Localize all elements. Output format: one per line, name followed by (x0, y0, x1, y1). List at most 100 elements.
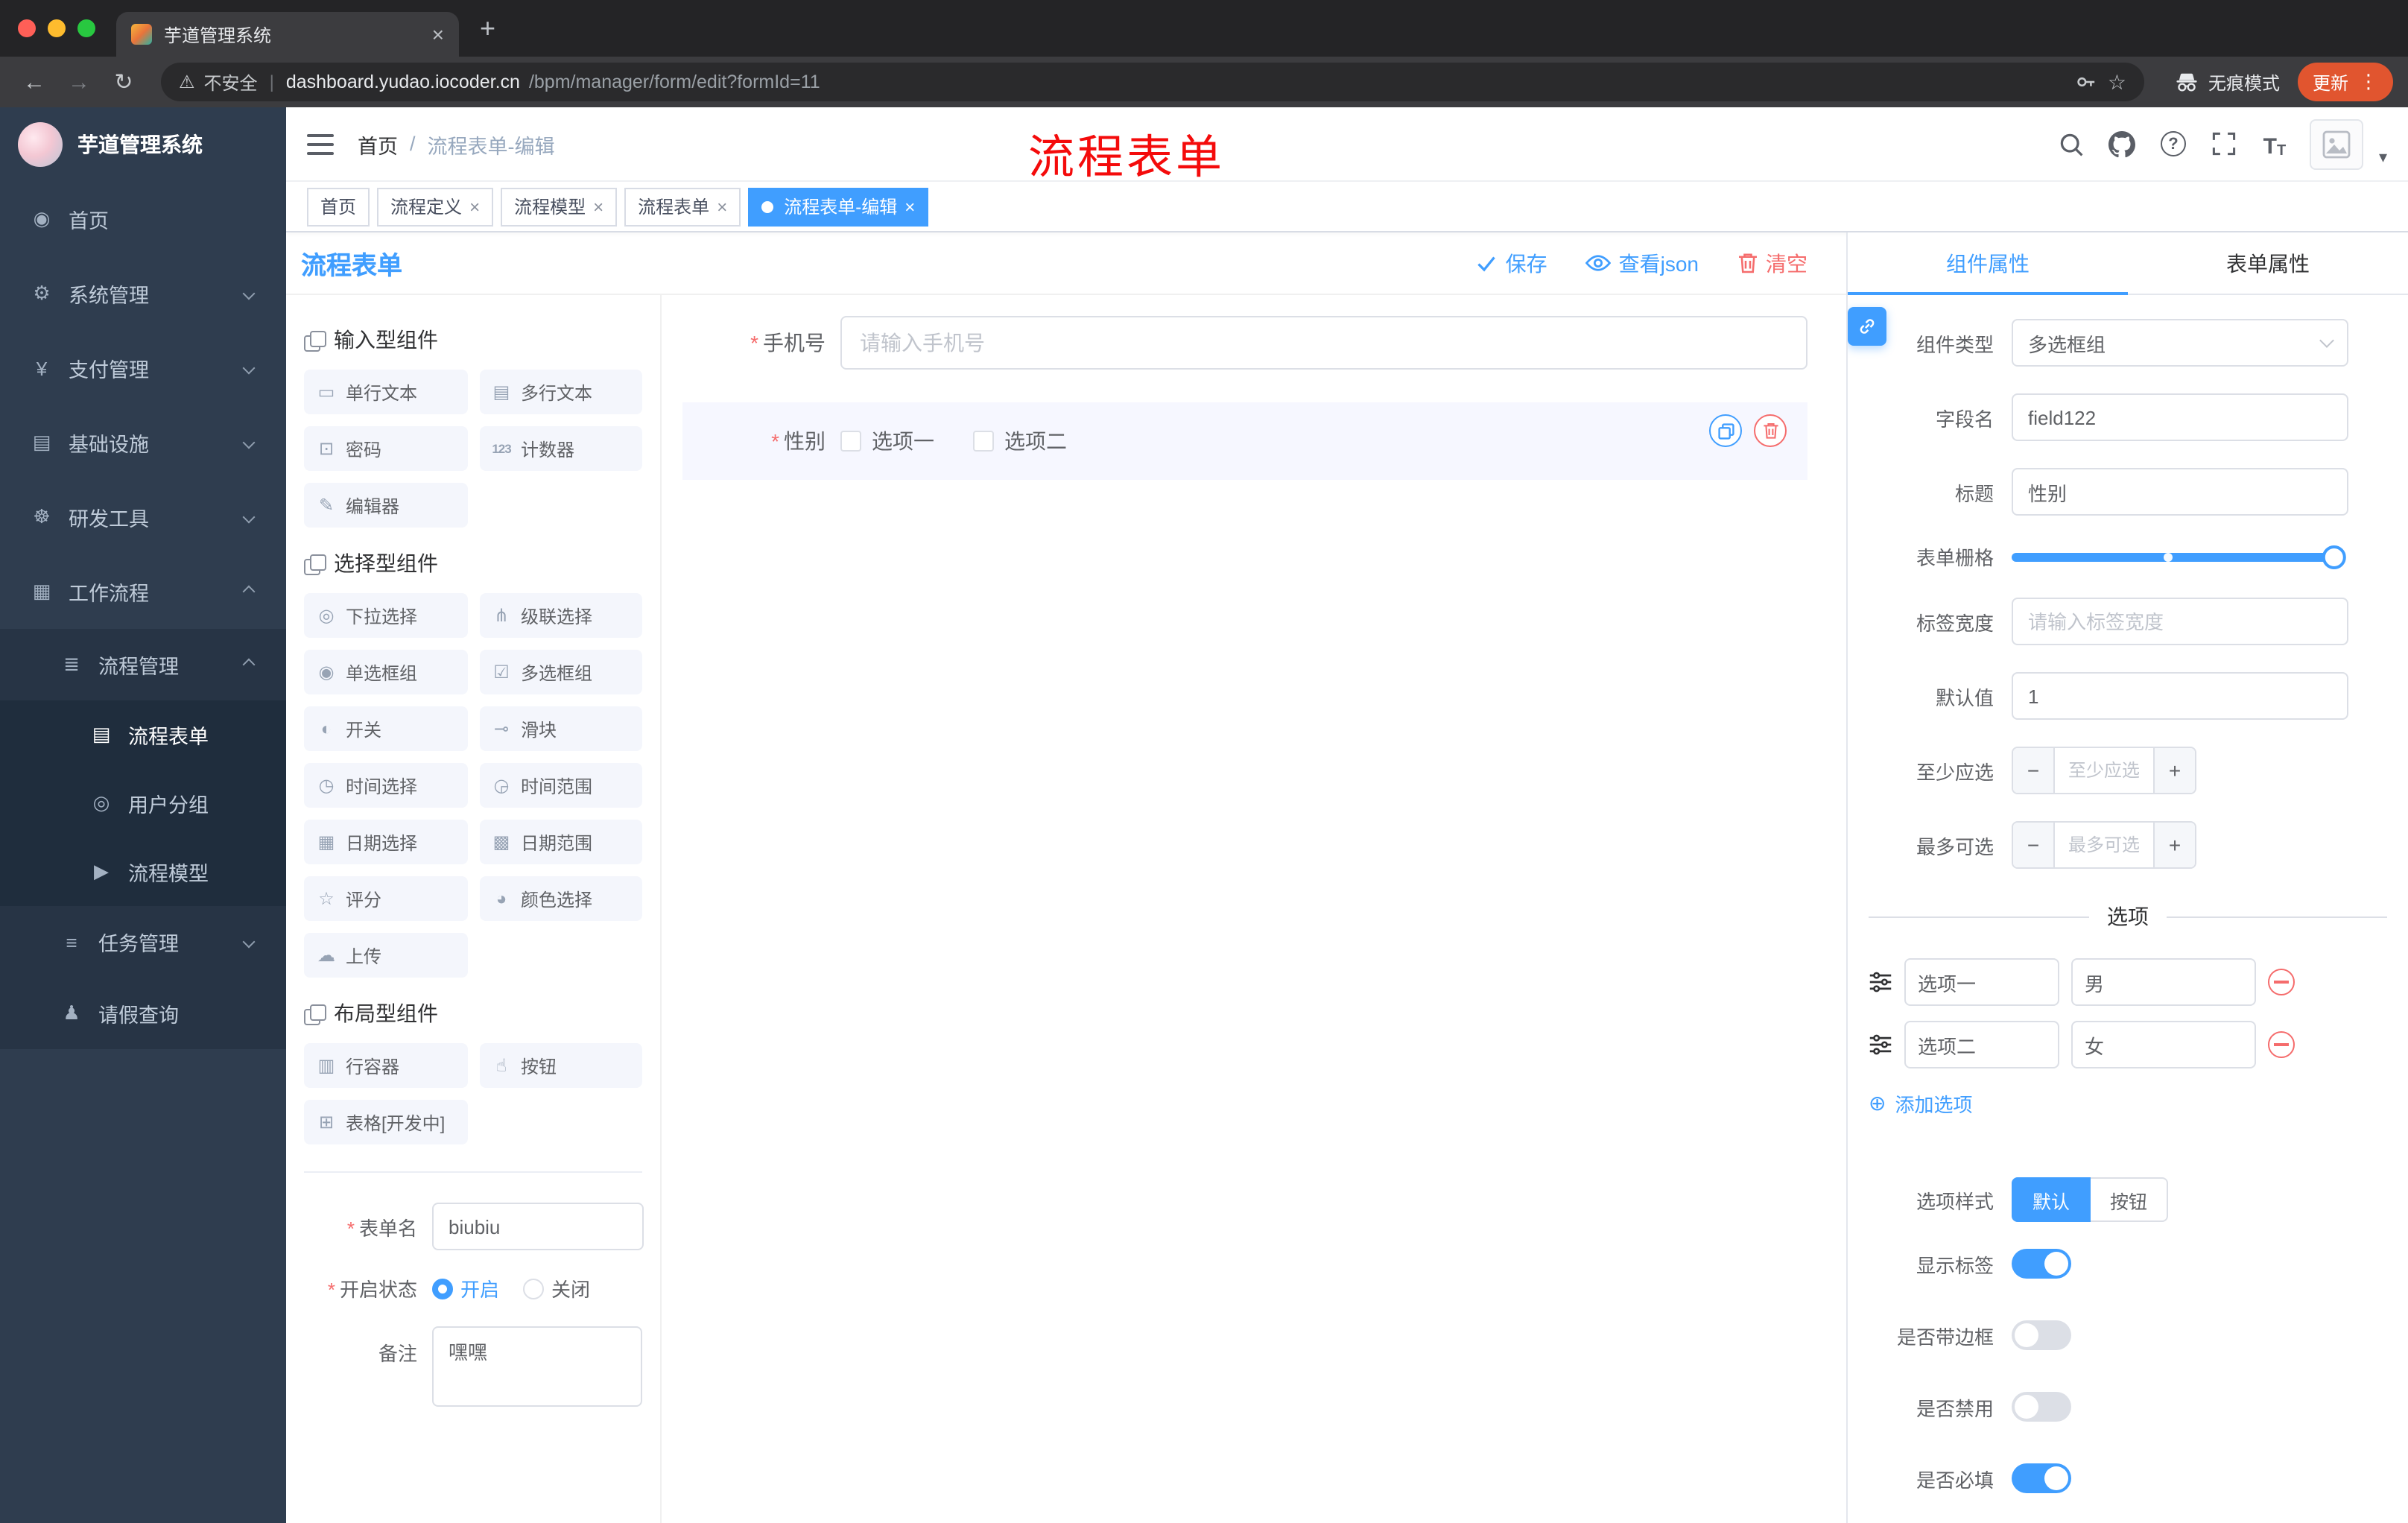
option-name-input[interactable] (1904, 958, 2059, 1006)
disabled-toggle[interactable] (2012, 1392, 2071, 1422)
palette-item-select[interactable]: ◎ 下拉选择 (304, 593, 467, 638)
zoom-window-button[interactable] (77, 19, 95, 37)
increase-button[interactable]: + (2153, 748, 2195, 793)
status-off-radio[interactable]: 关闭 (523, 1274, 590, 1302)
option-name-input[interactable] (1904, 1021, 2059, 1068)
address-bar[interactable]: ⚠ 不安全 | dashboard.yudao.iocoder.cn /bpm/… (161, 63, 2144, 101)
tag-process-definition[interactable]: 流程定义 × (377, 187, 494, 226)
drag-options-icon[interactable] (1869, 970, 1892, 994)
phone-input[interactable] (840, 316, 1807, 370)
clear-button[interactable]: 清空 (1737, 248, 1807, 278)
slider-handle[interactable] (2322, 545, 2346, 569)
min-select-input[interactable] (2055, 748, 2153, 793)
breadcrumb-home[interactable]: 首页 (358, 129, 398, 159)
duplicate-component-button[interactable] (1709, 414, 1742, 447)
password-key-icon[interactable] (2075, 70, 2099, 94)
browser-update-button[interactable]: 更新 ⋮ (2297, 63, 2393, 101)
canvas-field-phone[interactable]: * 手机号 (682, 316, 1807, 370)
show-label-toggle[interactable] (2012, 1249, 2071, 1279)
forward-icon[interactable]: → (60, 63, 98, 101)
palette-item-date-picker[interactable]: ▦ 日期选择 (304, 820, 467, 864)
sidebar-toggle-icon[interactable] (307, 133, 334, 154)
form-name-input[interactable] (432, 1203, 644, 1250)
palette-item-slider[interactable]: ⊸ 滑块 (479, 706, 642, 751)
github-icon[interactable] (2108, 129, 2138, 159)
sidebar-item-system[interactable]: ⚙ 系统管理 (0, 256, 286, 331)
sidebar-item-user-group[interactable]: ◎ 用户分组 (0, 769, 286, 838)
tag-process-form-edit[interactable]: 流程表单-编辑 × (748, 187, 929, 226)
border-toggle[interactable] (2012, 1320, 2071, 1350)
close-icon[interactable]: × (904, 196, 915, 217)
tab-form-props[interactable]: 表单属性 (2128, 232, 2408, 294)
reload-icon[interactable]: ↻ (104, 63, 143, 101)
decrease-button[interactable]: − (2013, 748, 2055, 793)
sidebar-item-process-form[interactable]: ▤ 流程表单 (0, 700, 286, 769)
close-window-button[interactable] (18, 19, 36, 37)
sidebar-item-workflow[interactable]: ▦ 工作流程 (0, 554, 286, 629)
default-value-input[interactable] (2012, 672, 2348, 720)
tag-process-model[interactable]: 流程模型 × (501, 187, 618, 226)
tab-component-props[interactable]: 组件属性 (1848, 232, 2128, 295)
gender-option-1[interactable]: 选项一 (840, 426, 934, 456)
sidebar-item-devtools[interactable]: ☸ 研发工具 (0, 480, 286, 554)
field-name-input[interactable] (2012, 393, 2348, 441)
palette-item-password[interactable]: ⊡ 密码 (304, 426, 467, 471)
palette-item-single-text[interactable]: ▭ 单行文本 (304, 370, 467, 414)
style-button-button[interactable]: 按钮 (2091, 1177, 2169, 1222)
browser-tab[interactable]: 芋道管理系统 × (116, 12, 459, 57)
minimize-window-button[interactable] (48, 19, 66, 37)
option-value-input[interactable] (2071, 958, 2256, 1006)
sidebar-item-leave-query[interactable]: ♟ 请假查询 (0, 978, 286, 1049)
palette-item-table-dev[interactable]: ⊞ 表格[开发中] (304, 1100, 467, 1144)
remove-option-icon[interactable] (2268, 1031, 2295, 1058)
sidebar-item-payment[interactable]: ¥ 支付管理 (0, 331, 286, 405)
palette-item-editor[interactable]: ✎ 编辑器 (304, 483, 467, 528)
close-icon[interactable]: × (593, 196, 603, 217)
palette-item-upload[interactable]: ☁ 上传 (304, 933, 467, 978)
back-icon[interactable]: ← (15, 63, 54, 101)
bookmark-star-icon[interactable]: ☆ (2108, 69, 2126, 95)
new-tab-button[interactable]: + (480, 13, 495, 44)
gender-option-2[interactable]: 选项二 (973, 426, 1067, 456)
tag-home[interactable]: 首页 (307, 187, 370, 226)
palette-item-multi-text[interactable]: ▤ 多行文本 (479, 370, 642, 414)
canvas-field-gender-selected[interactable]: * 性别 选项一 选项二 (682, 402, 1807, 480)
data-binding-button[interactable] (1848, 307, 1886, 346)
palette-item-checkbox-group[interactable]: ☑ 多选框组 (479, 650, 642, 694)
sidebar-item-process-mgmt[interactable]: ≣ 流程管理 (0, 629, 286, 700)
increase-button[interactable]: + (2153, 823, 2195, 867)
font-size-icon[interactable]: TT (2260, 129, 2290, 159)
view-json-button[interactable]: 查看json (1585, 248, 1699, 278)
delete-component-button[interactable] (1754, 414, 1787, 447)
option-value-input[interactable] (2071, 1021, 2256, 1068)
style-default-button[interactable]: 默认 (2012, 1177, 2091, 1222)
search-icon[interactable] (2057, 129, 2087, 159)
sidebar-item-task-mgmt[interactable]: ≡ 任务管理 (0, 906, 286, 978)
component-type-select[interactable]: 多选框组 (2012, 319, 2348, 367)
avatar-caret-icon[interactable]: ▾ (2379, 147, 2387, 169)
tab-close-icon[interactable]: × (432, 24, 444, 45)
palette-item-time-picker[interactable]: ◷ 时间选择 (304, 763, 467, 808)
palette-item-radio-group[interactable]: ◉ 单选框组 (304, 650, 467, 694)
fullscreen-icon[interactable] (2209, 129, 2239, 159)
sidebar-item-infra[interactable]: ▤ 基础设施 (0, 405, 286, 480)
palette-item-row-container[interactable]: ▥ 行容器 (304, 1043, 467, 1088)
palette-item-time-range[interactable]: ◶ 时间范围 (479, 763, 642, 808)
close-icon[interactable]: × (469, 196, 480, 217)
grid-slider[interactable] (2012, 545, 2346, 569)
palette-item-rate[interactable]: ☆ 评分 (304, 876, 467, 921)
palette-item-counter[interactable]: 123 计数器 (479, 426, 642, 471)
status-on-radio[interactable]: 开启 (432, 1274, 499, 1302)
browser-menu-icon[interactable]: ⋮ (2359, 70, 2378, 94)
palette-item-switch[interactable]: ◐ 开关 (304, 706, 467, 751)
sidebar-item-home[interactable]: ◉ 首页 (0, 182, 286, 256)
add-option-button[interactable]: ⊕ 添加选项 (1869, 1089, 2387, 1118)
max-select-input[interactable] (2055, 823, 2153, 867)
title-input[interactable] (2012, 468, 2348, 516)
palette-item-cascader[interactable]: ⋔ 级联选择 (479, 593, 642, 638)
remove-option-icon[interactable] (2268, 969, 2295, 995)
label-width-input[interactable] (2012, 598, 2348, 645)
palette-item-color-picker[interactable]: ◕ 颜色选择 (479, 876, 642, 921)
close-icon[interactable]: × (717, 196, 727, 217)
required-toggle[interactable] (2012, 1463, 2071, 1493)
